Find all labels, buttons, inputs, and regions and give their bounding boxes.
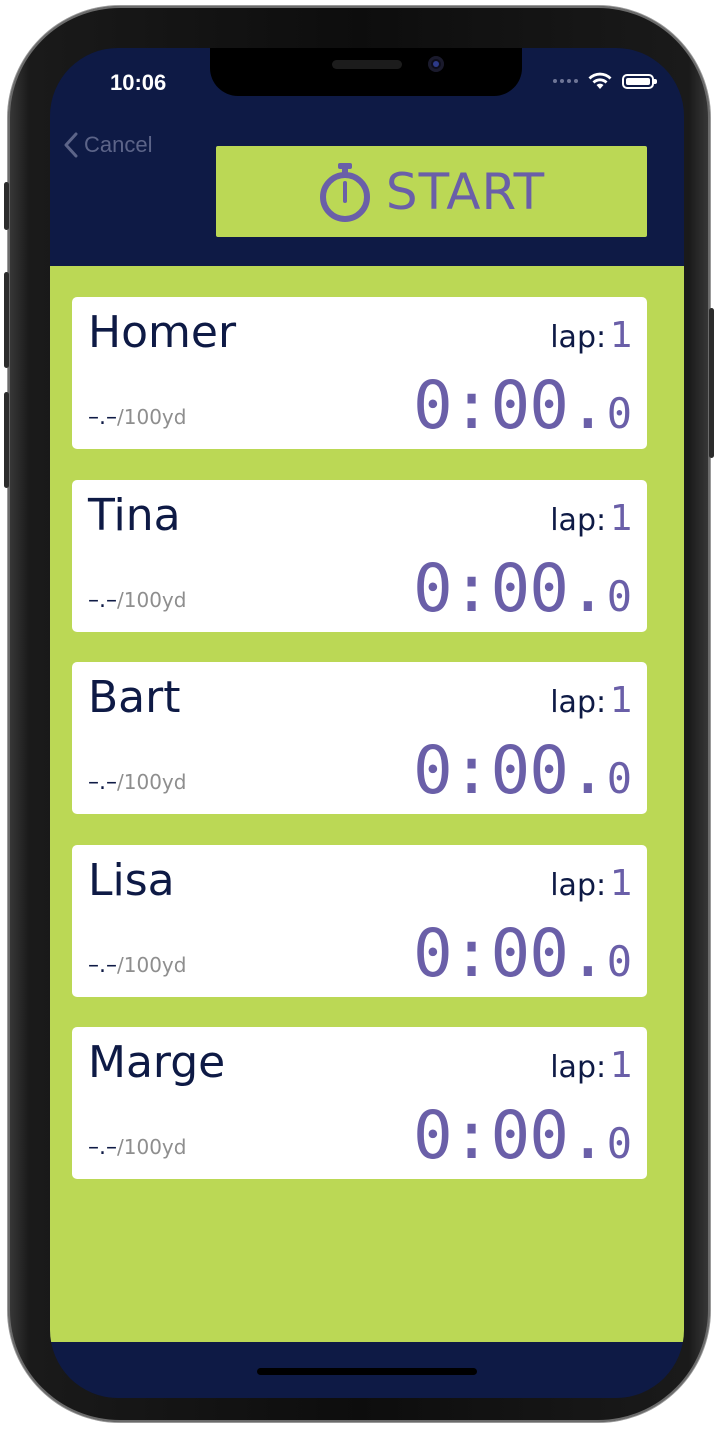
volume-up-button bbox=[4, 272, 9, 368]
pace: –.–/100yd bbox=[88, 1135, 186, 1160]
pace: –.–/100yd bbox=[88, 405, 186, 430]
pace: –.–/100yd bbox=[88, 953, 186, 978]
battery-icon bbox=[622, 73, 657, 89]
phone-frame: 10:06 Cancel START Homer lap: 1 –.–/100y… bbox=[4, 6, 714, 1422]
front-camera bbox=[428, 56, 444, 72]
lap-label: lap: bbox=[550, 320, 607, 355]
time-tenths: 0 bbox=[606, 1119, 632, 1168]
lap-counter: lap: 1 bbox=[550, 1045, 633, 1086]
pace-value: –.– bbox=[88, 1135, 117, 1160]
lap-label: lap: bbox=[550, 503, 607, 538]
screen: 10:06 Cancel START Homer lap: 1 –.–/100y… bbox=[50, 48, 684, 1398]
cancel-button[interactable]: Cancel bbox=[64, 132, 152, 158]
speaker-grille bbox=[332, 60, 402, 69]
cellular-signal-icon bbox=[553, 79, 578, 83]
volume-down-button bbox=[4, 392, 9, 488]
lap-value: 1 bbox=[610, 1045, 633, 1086]
pace-unit: /100yd bbox=[117, 588, 187, 612]
power-button bbox=[709, 308, 714, 458]
status-indicators bbox=[553, 72, 657, 90]
lap-counter: lap: 1 bbox=[550, 680, 633, 721]
time-tenths: 0 bbox=[606, 937, 632, 986]
time-main: 0:00. bbox=[413, 732, 608, 809]
lap-label: lap: bbox=[550, 1050, 607, 1085]
pace-value: –.– bbox=[88, 770, 117, 795]
notch bbox=[210, 48, 522, 96]
swimmer-name: Tina bbox=[88, 490, 181, 541]
elapsed-time: 0:00. 0 bbox=[413, 1097, 632, 1174]
time-main: 0:00. bbox=[413, 1097, 608, 1174]
lap-value: 1 bbox=[610, 863, 633, 904]
pace: –.–/100yd bbox=[88, 770, 186, 795]
elapsed-time: 0:00. 0 bbox=[413, 732, 632, 809]
silent-switch bbox=[4, 182, 9, 230]
lap-label: lap: bbox=[550, 685, 607, 720]
time-main: 0:00. bbox=[413, 550, 608, 627]
pace-value: –.– bbox=[88, 953, 117, 978]
swimmer-card[interactable]: Lisa lap: 1 –.–/100yd 0:00. 0 bbox=[72, 845, 647, 997]
lap-counter: lap: 1 bbox=[550, 315, 633, 356]
swimmer-list: Homer lap: 1 –.–/100yd 0:00. 0 Tina lap: … bbox=[50, 266, 684, 1342]
swimmer-name: Marge bbox=[88, 1037, 226, 1088]
elapsed-time: 0:00. 0 bbox=[413, 367, 632, 444]
time-tenths: 0 bbox=[606, 572, 632, 621]
pace-value: –.– bbox=[88, 588, 117, 613]
cancel-label: Cancel bbox=[84, 132, 153, 157]
time-main: 0:00. bbox=[413, 367, 608, 444]
pace-unit: /100yd bbox=[117, 953, 187, 977]
elapsed-time: 0:00. 0 bbox=[413, 550, 632, 627]
swimmer-card[interactable]: Marge lap: 1 –.–/100yd 0:00. 0 bbox=[72, 1027, 647, 1179]
start-button[interactable]: START bbox=[216, 146, 647, 237]
time-tenths: 0 bbox=[606, 754, 632, 803]
chevron-left-icon bbox=[64, 132, 78, 158]
swimmer-card[interactable]: Bart lap: 1 –.–/100yd 0:00. 0 bbox=[72, 662, 647, 814]
wifi-icon bbox=[588, 72, 612, 89]
pace-unit: /100yd bbox=[117, 770, 187, 794]
swimmer-name: Lisa bbox=[88, 855, 175, 906]
swimmer-card[interactable]: Homer lap: 1 –.–/100yd 0:00. 0 bbox=[72, 297, 647, 449]
lap-value: 1 bbox=[610, 680, 633, 721]
pace-unit: /100yd bbox=[117, 1135, 187, 1159]
status-time: 10:06 bbox=[110, 70, 167, 95]
swimmer-name: Bart bbox=[88, 672, 181, 723]
time-main: 0:00. bbox=[413, 915, 608, 992]
lap-counter: lap: 1 bbox=[550, 863, 633, 904]
start-label: START bbox=[385, 162, 546, 221]
lap-value: 1 bbox=[610, 315, 633, 356]
lap-value: 1 bbox=[610, 498, 633, 539]
elapsed-time: 0:00. 0 bbox=[413, 915, 632, 992]
stopwatch-icon bbox=[319, 162, 370, 222]
lap-label: lap: bbox=[550, 868, 607, 903]
swimmer-card[interactable]: Tina lap: 1 –.–/100yd 0:00. 0 bbox=[72, 480, 647, 632]
home-indicator[interactable] bbox=[257, 1368, 477, 1375]
swimmer-name: Homer bbox=[88, 307, 237, 358]
pace: –.–/100yd bbox=[88, 588, 186, 613]
pace-value: –.– bbox=[88, 405, 117, 430]
lap-counter: lap: 1 bbox=[550, 498, 633, 539]
pace-unit: /100yd bbox=[117, 405, 187, 429]
time-tenths: 0 bbox=[606, 389, 632, 438]
